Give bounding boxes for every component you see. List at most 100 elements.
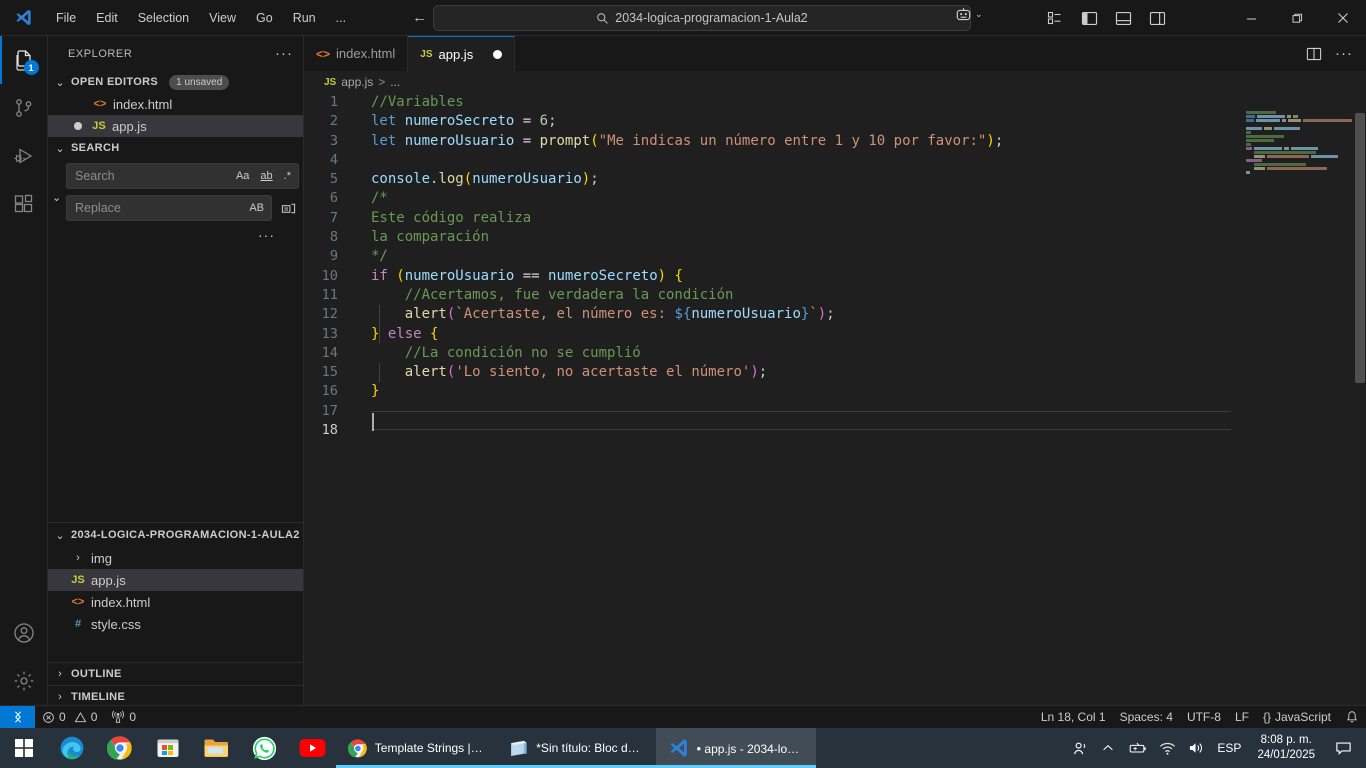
- toggle-secondary-sidebar-icon[interactable]: [1140, 0, 1174, 36]
- tab-app-js[interactable]: JS app.js: [408, 36, 516, 71]
- sidebar-more-actions[interactable]: ···: [275, 45, 293, 62]
- match-case-icon[interactable]: Aa: [233, 169, 252, 183]
- problems-status[interactable]: 0 0: [35, 706, 104, 729]
- taskbar-youtube[interactable]: [288, 728, 336, 768]
- taskbar-chrome[interactable]: [96, 728, 144, 768]
- remote-indicator[interactable]: ⌄: [955, 6, 983, 23]
- section-folder[interactable]: ⌄ 2034-LOGICA-PROGRAMACION-1-AULA2: [48, 523, 303, 547]
- warning-icon: [74, 711, 86, 722]
- battery-icon[interactable]: [1121, 741, 1153, 756]
- tab-index-html[interactable]: <> index.html: [304, 36, 409, 71]
- ports-status[interactable]: 0: [104, 706, 143, 729]
- split-editor-icon[interactable]: [1302, 42, 1326, 66]
- notification-icon[interactable]: [1325, 740, 1362, 757]
- menu-view[interactable]: View: [200, 8, 245, 28]
- replace-input[interactable]: Replace AB: [66, 195, 272, 221]
- clock-time: 8:08 p. m.: [1260, 734, 1312, 746]
- line-content: Este código realiza: [371, 209, 532, 226]
- close-icon[interactable]: [1320, 0, 1366, 36]
- chevron-up-icon[interactable]: [1095, 741, 1121, 755]
- tree-item-img[interactable]: › img: [48, 547, 303, 569]
- remote-window-button[interactable]: [0, 705, 35, 729]
- menu-selection[interactable]: Selection: [129, 8, 198, 28]
- customize-layout-icon[interactable]: [1038, 0, 1072, 36]
- people-icon[interactable]: [1066, 740, 1095, 757]
- js-icon: JS: [71, 574, 85, 586]
- toggle-panel-icon[interactable]: [1106, 0, 1140, 36]
- editor-tab-actions: ···: [1302, 36, 1366, 71]
- cursor-position-status[interactable]: Ln 18, Col 1: [1034, 706, 1113, 729]
- code-line: 5 console.log(numeroUsuario);: [304, 170, 1003, 189]
- search-more-actions[interactable]: ···: [66, 227, 299, 243]
- code-editor[interactable]: 1 //Variables 2 let numeroSecreto = 6; 3 le…: [304, 93, 1366, 705]
- tree-item-app-js[interactable]: JS app.js: [48, 569, 303, 591]
- code-line: 3 let numeroUsuario = prompt("Me indicas …: [304, 132, 1003, 151]
- breadcrumb-symbol[interactable]: ...: [390, 75, 400, 89]
- chevron-down-icon: ⌄: [55, 142, 65, 155]
- taskbar-window-vscode[interactable]: • app.js - 2034-logi...: [656, 728, 816, 768]
- tree-item-style-css[interactable]: # style.css: [48, 613, 303, 635]
- activity-item-settings[interactable]: [0, 657, 48, 705]
- notifications-button[interactable]: [1338, 706, 1366, 729]
- section-timeline[interactable]: › TIMELINE: [48, 686, 303, 705]
- windows-taskbar: Template Strings | L... *Sin título: Blo…: [0, 728, 1366, 768]
- activity-item-extensions[interactable]: [0, 180, 48, 228]
- volume-icon[interactable]: [1182, 740, 1211, 756]
- tab-dirty-indicator-icon[interactable]: [493, 49, 503, 59]
- search-input[interactable]: Search Aa ab .*: [66, 163, 299, 189]
- toggle-primary-sidebar-icon[interactable]: [1072, 0, 1106, 36]
- tree-item-index-html[interactable]: <> index.html: [48, 591, 303, 613]
- taskbar-window-chrome[interactable]: Template Strings | L...: [336, 728, 496, 768]
- open-editor-index-html[interactable]: <> index.html: [48, 93, 303, 115]
- clock[interactable]: 8:08 p. m. 24/01/2025: [1247, 733, 1325, 763]
- account-icon: [13, 623, 34, 643]
- menu-run[interactable]: Run: [284, 8, 325, 28]
- scrollbar-thumb[interactable]: [1355, 113, 1365, 383]
- remote-indicator-icon: [956, 8, 971, 21]
- js-icon: JS: [420, 48, 433, 60]
- restore-icon[interactable]: [1274, 0, 1320, 36]
- chevron-right-icon: ›: [58, 691, 62, 703]
- use-regex-icon[interactable]: .*: [281, 169, 294, 183]
- taskbar-microsoft-store[interactable]: [144, 728, 192, 768]
- activity-item-source-control[interactable]: [0, 84, 48, 132]
- open-editor-app-js[interactable]: JS app.js: [48, 115, 303, 137]
- language-indicator[interactable]: ESP: [1211, 741, 1247, 755]
- activity-item-explorer[interactable]: 1: [0, 36, 48, 84]
- section-outline[interactable]: › OUTLINE: [48, 663, 303, 685]
- encoding-status[interactable]: UTF-8: [1180, 706, 1228, 729]
- taskbar-window-notepad[interactable]: *Sin título: Bloc de ...: [496, 728, 656, 768]
- start-button[interactable]: [0, 728, 48, 768]
- wifi-icon[interactable]: [1153, 741, 1182, 756]
- section-open-editors[interactable]: ⌄ OPEN EDITORS 1 unsaved: [48, 71, 303, 93]
- menu-edit[interactable]: Edit: [87, 8, 127, 28]
- menu-more[interactable]: ...: [327, 8, 355, 28]
- code-line: 7 Este código realiza: [304, 209, 1003, 228]
- editor-scrollbar[interactable]: [1352, 93, 1366, 705]
- taskbar-whatsapp[interactable]: [240, 728, 288, 768]
- activity-item-run-and-debug[interactable]: [0, 132, 48, 180]
- taskbar-edge[interactable]: [48, 728, 96, 768]
- activity-item-accounts[interactable]: [0, 609, 48, 657]
- toggle-replace-icon[interactable]: ⌄: [52, 163, 66, 204]
- preserve-case-icon[interactable]: AB: [246, 201, 267, 215]
- more-actions-icon[interactable]: ···: [1332, 42, 1356, 66]
- indentation-status[interactable]: Spaces: 4: [1113, 706, 1180, 729]
- language-mode-status[interactable]: {} JavaScript: [1256, 706, 1338, 729]
- line-number: 14: [321, 344, 338, 361]
- command-center-search[interactable]: 2034-logica-programacion-1-Aula2: [433, 5, 971, 31]
- taskbar-file-explorer[interactable]: [192, 728, 240, 768]
- minimap[interactable]: [1232, 93, 1352, 705]
- replace-all-icon[interactable]: [277, 195, 299, 221]
- menu-file[interactable]: File: [47, 8, 85, 28]
- line-number: 15: [321, 364, 338, 381]
- match-whole-word-icon[interactable]: ab: [257, 169, 275, 183]
- tree-item-label: index.html: [91, 594, 151, 610]
- tab-label: index.html: [336, 46, 396, 61]
- eol-status[interactable]: LF: [1228, 706, 1256, 729]
- arrow-left-icon[interactable]: ←: [412, 9, 427, 26]
- minimize-icon[interactable]: [1228, 0, 1274, 36]
- breadcrumb-file[interactable]: app.js: [341, 75, 373, 89]
- section-search[interactable]: ⌄ SEARCH: [48, 137, 303, 159]
- menu-go[interactable]: Go: [247, 8, 282, 28]
